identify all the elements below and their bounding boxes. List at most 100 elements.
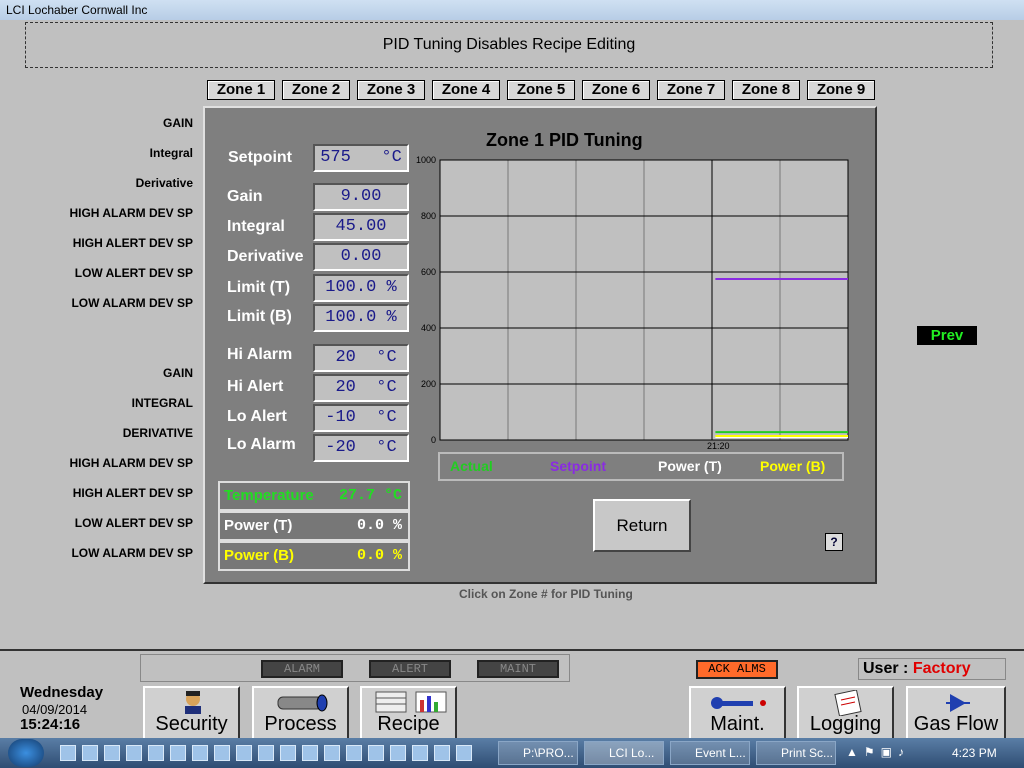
hi-alert-input[interactable]: 20 °C [313, 374, 409, 402]
setpoint-input[interactable]: 575 °C [313, 144, 409, 172]
logging-button[interactable]: Logging [797, 686, 894, 740]
quick-launch-icon[interactable] [368, 745, 384, 761]
quick-launch-icon[interactable] [302, 745, 318, 761]
lo-alarm-input[interactable]: -20 °C [313, 434, 409, 462]
day-of-week: Wednesday [20, 684, 104, 701]
tab-zone-6[interactable]: Zone 6 [582, 80, 650, 100]
label-high-alert-dev-sp-2: HIGH ALERT DEV SP [72, 486, 193, 500]
gain-label: Gain [227, 188, 263, 205]
label-high-alarm-dev-sp-2: HIGH ALARM DEV SP [69, 456, 193, 470]
label-integral: Integral [149, 146, 193, 160]
help-icon[interactable]: ? [825, 533, 843, 551]
quick-launch-icon[interactable] [192, 745, 208, 761]
process-furnace-icon [277, 694, 328, 712]
lo-alert-label: Lo Alert [227, 408, 287, 425]
process-button[interactable]: Process [252, 686, 349, 740]
label-low-alert-dev-sp-2: LOW ALERT DEV SP [74, 516, 193, 530]
taskbar-item-event-log[interactable]: Event L... [670, 741, 750, 765]
security-button-label: Security [155, 713, 228, 735]
integral-input[interactable]: 45.00 [313, 213, 409, 241]
ack-alarms-button[interactable]: ACK ALMS [696, 660, 778, 679]
quick-launch-icon[interactable] [82, 745, 98, 761]
quick-launch-icon[interactable] [214, 745, 230, 761]
limit-b-input[interactable]: 100.0 % [313, 304, 409, 332]
chart-legend: Actual Setpoint Power (T) Power (B) [438, 452, 844, 481]
quick-launch-icon[interactable] [126, 745, 142, 761]
quick-launch-icon[interactable] [258, 745, 274, 761]
windows-start-icon[interactable] [8, 739, 44, 767]
quick-launch-icon[interactable] [390, 745, 406, 761]
tab-zone-1[interactable]: Zone 1 [207, 80, 275, 100]
integral-label: Integral [227, 218, 285, 235]
maint-button[interactable]: Maint. [689, 686, 786, 740]
chart-y-ticks: 0 200 400 600 800 1000 [416, 155, 436, 445]
tab-zone-9[interactable]: Zone 9 [807, 80, 875, 100]
quick-launch-icon[interactable] [346, 745, 362, 761]
hi-alert-label: Hi Alert [227, 378, 284, 395]
recipe-button[interactable]: Recipe [360, 686, 457, 740]
quick-launch-icon[interactable] [170, 745, 186, 761]
label-derivative-2: DERIVATIVE [122, 426, 193, 440]
lo-alert-input[interactable]: -10 °C [313, 404, 409, 432]
security-guard-icon [185, 691, 201, 714]
label-gain: GAIN [163, 116, 193, 130]
quick-launch-icon[interactable] [236, 745, 252, 761]
label-low-alarm-dev-sp: LOW ALARM DEV SP [71, 296, 193, 310]
chart-y-tick-label: 200 [421, 379, 436, 389]
hi-alarm-input[interactable]: 20 °C [313, 344, 409, 372]
taskbar-clock: 4:23 PM [952, 746, 997, 760]
alarm-indicator: ALARM [261, 660, 343, 678]
user-label: User : [863, 660, 909, 677]
legend-power-t: Power (T) [658, 458, 722, 474]
zone-hint: Click on Zone # for PID Tuning [459, 587, 633, 601]
quick-launch-icon[interactable] [280, 745, 296, 761]
tab-zone-8[interactable]: Zone 8 [732, 80, 800, 100]
recipe-editing-notice: PID Tuning Disables Recipe Editing [25, 22, 993, 68]
limit-t-label: Limit (T) [227, 279, 291, 296]
tab-zone-2[interactable]: Zone 2 [282, 80, 350, 100]
maint-indicator: MAINT [477, 660, 559, 678]
taskbar-item-folder[interactable]: P:\PRO... [498, 741, 578, 765]
quick-launch-icon[interactable] [148, 745, 164, 761]
system-tray-icons[interactable]: ▲⚑▣♪ [846, 745, 946, 761]
chart-x-tick-label: 21:20 [707, 441, 730, 451]
taskbar-item-print-screen[interactable]: Print Sc... [756, 741, 836, 765]
chart-y-tick-label: 800 [421, 211, 436, 221]
tab-zone-7[interactable]: Zone 7 [657, 80, 725, 100]
process-button-label: Process [264, 713, 337, 735]
tab-zone-4[interactable]: Zone 4 [432, 80, 500, 100]
recipe-table-chart-icon [375, 691, 447, 713]
power-t-value: 0.0 % [356, 517, 402, 534]
label-derivative: Derivative [135, 176, 193, 190]
panel-title: Zone 1 PID Tuning [486, 130, 643, 150]
current-date: 04/09/2014 [22, 702, 88, 717]
temperature-readout: Temperature 27.7 °C [218, 481, 410, 511]
quick-launch-icon[interactable] [60, 745, 76, 761]
quick-launch-icon[interactable] [104, 745, 120, 761]
gas-valve-icon [946, 694, 970, 712]
window-title: LCI Lochaber Cornwall Inc [6, 3, 148, 17]
label-low-alert-dev-sp: LOW ALERT DEV SP [74, 266, 193, 280]
taskbar-item-lci[interactable]: LCI Lo... [584, 741, 664, 765]
limit-t-input[interactable]: 100.0 % [313, 274, 409, 302]
limit-b-label: Limit (B) [227, 308, 292, 325]
power-b-readout: Power (B) 0.0 % [218, 541, 410, 571]
gas-flow-button[interactable]: Gas Flow [906, 686, 1006, 740]
tab-zone-3[interactable]: Zone 3 [357, 80, 425, 100]
user-value: Factory [912, 660, 971, 677]
logging-button-label: Logging [809, 713, 882, 735]
legend-power-b: Power (B) [760, 458, 826, 474]
gain-input[interactable]: 9.00 [313, 183, 409, 211]
quick-launch-icon[interactable] [412, 745, 428, 761]
hi-alarm-label: Hi Alarm [227, 346, 293, 363]
return-button[interactable]: Return [593, 499, 691, 552]
quick-launch-icon[interactable] [324, 745, 340, 761]
security-button[interactable]: Security [143, 686, 240, 740]
tab-zone-5[interactable]: Zone 5 [507, 80, 575, 100]
quick-launch-icon[interactable] [456, 745, 472, 761]
derivative-input[interactable]: 0.00 [313, 243, 409, 271]
current-time: 15:24:16 [20, 716, 81, 733]
prev-button[interactable]: Prev [917, 326, 977, 345]
quick-launch-icon[interactable] [434, 745, 450, 761]
setpoint-label: Setpoint [228, 149, 292, 166]
